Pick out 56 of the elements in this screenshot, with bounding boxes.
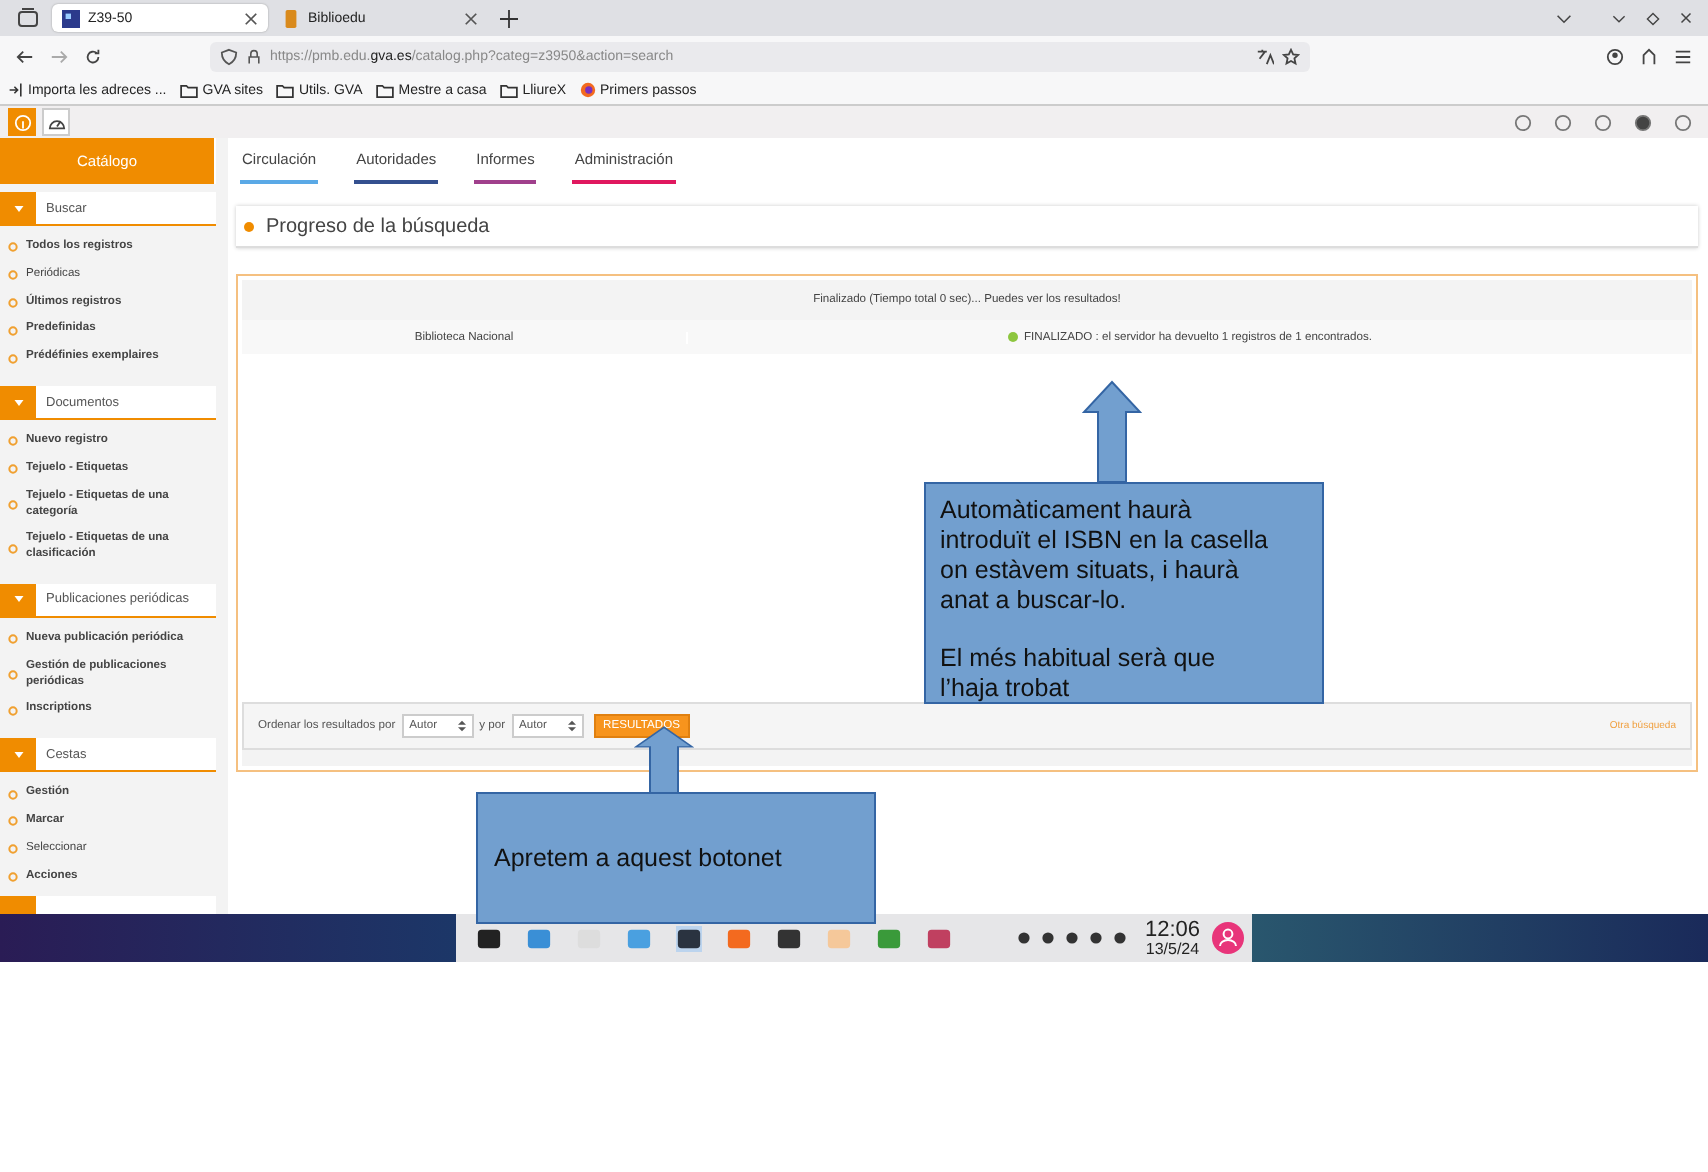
tab-list-icon[interactable] <box>16 6 40 30</box>
folder-icon <box>376 83 395 97</box>
translate-icon[interactable] <box>1256 47 1274 65</box>
shield-icon <box>220 47 238 65</box>
lock-icon <box>246 47 262 65</box>
maximize-icon[interactable] <box>1646 11 1660 25</box>
clock-time: 12:06 <box>1144 919 1200 941</box>
dashboard-button[interactable] <box>42 108 70 136</box>
close-icon[interactable] <box>244 11 258 25</box>
circle-bullet-icon <box>8 844 18 855</box>
circle-bullet-icon <box>8 298 18 309</box>
circle-bullet-icon <box>8 872 18 883</box>
new-tab-icon[interactable] <box>500 9 518 27</box>
bookmark-icon <box>282 9 300 27</box>
circle-bullet-icon <box>8 816 18 827</box>
circle-bullet-icon <box>8 270 18 281</box>
close-icon[interactable] <box>464 11 478 25</box>
stepper-icon <box>567 720 576 732</box>
chevron-down-icon[interactable] <box>1556 13 1572 23</box>
clock-date: 13/5/24 <box>1145 941 1200 957</box>
circle-bullet-icon <box>8 325 18 336</box>
app-icon[interactable] <box>776 925 802 951</box>
star-icon[interactable] <box>1282 47 1300 65</box>
info-icon <box>13 113 31 131</box>
close-icon[interactable] <box>1680 12 1692 24</box>
folder-icon <box>500 83 519 97</box>
circle-bullet-icon <box>8 464 18 475</box>
site-icon <box>62 9 80 27</box>
circle-bullet-icon <box>8 500 18 510</box>
stepper-icon <box>457 720 466 732</box>
folder-icon <box>276 83 295 97</box>
minimize-icon[interactable] <box>1612 13 1626 23</box>
app-icon[interactable] <box>476 925 502 951</box>
circle-bullet-icon <box>8 242 18 253</box>
circle-bullet-icon <box>8 543 18 554</box>
callout-text: Apretem a aquest botonet <box>494 844 784 874</box>
menu-icon[interactable] <box>1674 47 1692 65</box>
circle-bullet-icon <box>8 634 18 645</box>
callout-text: Automàticament haurà introduït el ISBN en la casella on estàvem situats, i haurà anat a buscar-lo. <box>940 496 1270 616</box>
folder-icon <box>180 83 199 97</box>
bullet-icon <box>244 221 254 231</box>
page-title: Progreso de la búsqueda <box>266 215 490 237</box>
reload-icon[interactable] <box>84 47 102 65</box>
circle-bullet-icon <box>8 670 18 681</box>
back-icon[interactable] <box>16 47 34 65</box>
circle-bullet-icon <box>8 436 18 447</box>
account-icon[interactable] <box>1606 47 1624 65</box>
import-icon <box>8 82 24 98</box>
browser-logo-icon <box>580 82 597 98</box>
circle-bullet-icon <box>8 789 18 800</box>
app-icon[interactable] <box>676 925 702 951</box>
user-avatar-icon[interactable] <box>1212 922 1244 954</box>
extensions-icon[interactable] <box>1640 47 1658 65</box>
callout-text: El més habitual serà que l’haja trobat <box>940 644 1218 704</box>
circle-bullet-icon <box>8 353 18 364</box>
circle-bullet-icon <box>8 705 18 716</box>
